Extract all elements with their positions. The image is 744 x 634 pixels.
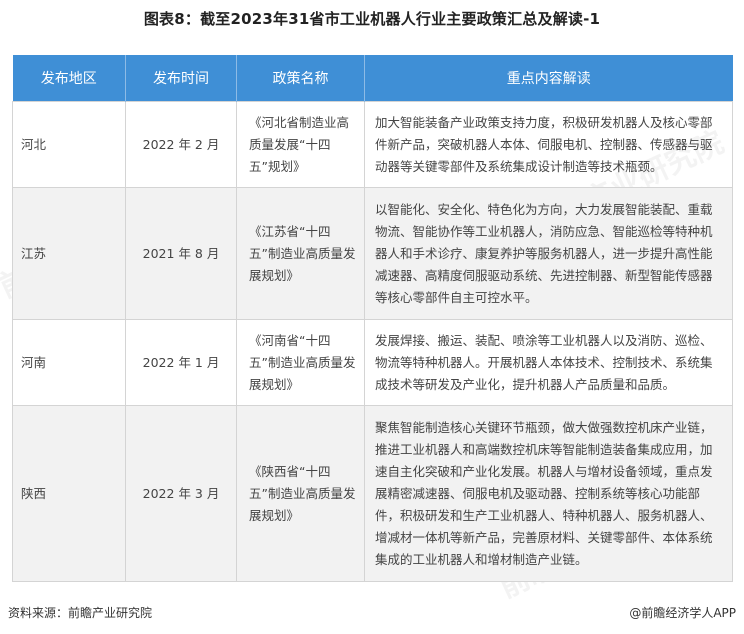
cell-policy-name: 《河南省“十四五”制造业高质量发展规划》 xyxy=(236,319,365,406)
column-header-region: 发布地区 xyxy=(12,55,126,102)
cell-policy-name: 《江苏省“十四五”制造业高质量发展规划》 xyxy=(236,187,365,320)
column-header-policy-name: 政策名称 xyxy=(236,55,365,102)
cell-policy-name: 《河北省制造业高质量发展“十四五”规划》 xyxy=(236,101,365,188)
column-header-content: 重点内容解读 xyxy=(364,55,733,102)
cell-region: 陕西 xyxy=(12,405,126,582)
cell-policy-name: 《陕西省“十四五”制造业高质量发展规划》 xyxy=(236,405,365,582)
cell-date: 2021 年 8 月 xyxy=(125,187,237,320)
cell-region: 河南 xyxy=(12,319,126,406)
table-header-row: 发布地区 发布时间 政策名称 重点内容解读 xyxy=(12,55,733,102)
cell-content: 发展焊接、搬运、装配、喷涂等工业机器人以及消防、巡检、物流等特种机器人。开展机器… xyxy=(364,319,733,406)
cell-date: 2022 年 2 月 xyxy=(125,101,237,188)
cell-date: 2022 年 3 月 xyxy=(125,405,237,582)
table-row: 陕西 2022 年 3 月 《陕西省“十四五”制造业高质量发展规划》 聚焦智能制… xyxy=(12,405,733,582)
cell-content: 以智能化、安全化、特色化为方向，大力发展智能装配、重载物流、智能协作等工业机器人… xyxy=(364,187,733,320)
source-note: 资料来源：前瞻产业研究院 xyxy=(8,606,153,620)
table-row: 河北 2022 年 2 月 《河北省制造业高质量发展“十四五”规划》 加大智能装… xyxy=(12,101,733,188)
table-row: 江苏 2021 年 8 月 《江苏省“十四五”制造业高质量发展规划》 以智能化、… xyxy=(12,187,733,320)
column-header-date: 发布时间 xyxy=(125,55,237,102)
cell-content: 聚焦智能制造核心关键环节瓶颈，做大做强数控机床产业链，推进工业机器人和高端数控机… xyxy=(364,405,733,582)
table-row: 河南 2022 年 1 月 《河南省“十四五”制造业高质量发展规划》 发展焊接、… xyxy=(12,319,733,406)
cell-date: 2022 年 1 月 xyxy=(125,319,237,406)
page-title: 图表8：截至2023年31省市工业机器人行业主要政策汇总及解读-1 xyxy=(143,10,601,28)
policy-table: 发布地区 发布时间 政策名称 重点内容解读 河北 2022 年 2 月 《河北省… xyxy=(12,55,733,582)
cell-region: 河北 xyxy=(12,101,126,188)
brand-credit: @前瞻经济学人APP xyxy=(629,606,736,620)
cell-content: 加大智能装备产业政策支持力度，积极研发机器人及核心零部件新产品，突破机器人本体、… xyxy=(364,101,733,188)
cell-region: 江苏 xyxy=(12,187,126,320)
